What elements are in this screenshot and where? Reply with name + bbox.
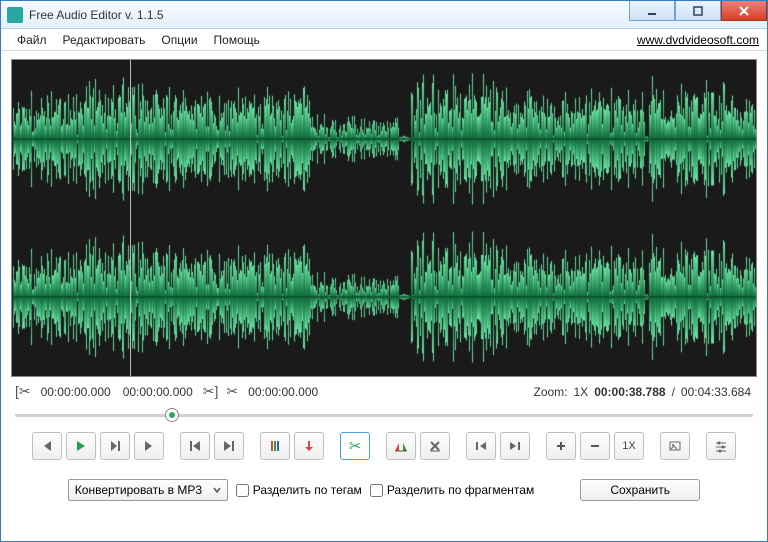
split-fragments-label: Разделить по фрагментам (387, 483, 534, 497)
slider-thumb[interactable] (165, 408, 179, 422)
menu-edit[interactable]: Редактировать (55, 31, 154, 49)
website-link[interactable]: www.dvdvideosoft.com (637, 33, 759, 47)
cursor-time: 00:00:00.000 (248, 385, 318, 399)
cut-button[interactable]: ✂ (340, 432, 370, 460)
to-end-button[interactable] (500, 432, 530, 460)
delete-selection-button[interactable] (420, 432, 450, 460)
chevron-down-icon (213, 483, 221, 497)
bottom-bar: Конвертировать в MP3 Разделить по тегам … (11, 470, 757, 501)
skip-back-button[interactable] (180, 432, 210, 460)
menu-help[interactable]: Помощь (206, 31, 268, 49)
play-to-end-button[interactable] (100, 432, 130, 460)
menubar: Файл Редактировать Опции Помощь www.dvdv… (1, 29, 767, 51)
save-button[interactable]: Сохранить (580, 479, 700, 501)
waveform-canvas[interactable] (12, 60, 756, 376)
scissors-close-icon: ✂] (203, 383, 219, 400)
image-button[interactable] (660, 432, 690, 460)
slider-track (15, 414, 753, 417)
minimize-button[interactable] (629, 1, 675, 21)
marker-add-button[interactable] (260, 432, 290, 460)
zoom-out-button[interactable] (580, 432, 610, 460)
split-tags-label: Разделить по тегам (253, 483, 362, 497)
zoom-in-button[interactable] (546, 432, 576, 460)
rewind-button[interactable] (32, 432, 62, 460)
window-title: Free Audio Editor v. 1.1.5 (29, 8, 629, 22)
zoom-value: 1X (574, 385, 589, 399)
position-slider[interactable] (15, 408, 753, 422)
time-separator: / (672, 385, 675, 399)
toolbar: ✂ 1X (11, 432, 757, 460)
split-tags-input[interactable] (236, 484, 249, 497)
playback-position: 00:00:38.788 (594, 385, 665, 399)
play-button[interactable] (66, 432, 96, 460)
zoom-reset-button[interactable]: 1X (614, 432, 644, 460)
waveform-display[interactable] (11, 59, 757, 377)
trim-button[interactable] (386, 432, 416, 460)
playhead[interactable] (130, 60, 131, 376)
split-fragments-input[interactable] (370, 484, 383, 497)
menu-options[interactable]: Опции (153, 31, 205, 49)
forward-button[interactable] (134, 432, 164, 460)
dropdown-value: Конвертировать в MP3 (75, 483, 213, 497)
convert-format-dropdown[interactable]: Конвертировать в MP3 (68, 479, 228, 501)
to-start-button[interactable] (466, 432, 496, 460)
window-controls (629, 1, 767, 28)
time-info-row: [✂ 00:00:00.000 00:00:00.000 ✂] ✂ 00:00:… (11, 383, 757, 400)
save-label: Сохранить (610, 483, 670, 497)
content: [✂ 00:00:00.000 00:00:00.000 ✂] ✂ 00:00:… (1, 51, 767, 511)
scissors-open-icon: [✂ (15, 383, 31, 400)
skip-forward-button[interactable] (214, 432, 244, 460)
titlebar: Free Audio Editor v. 1.1.5 (1, 1, 767, 29)
selection-end: 00:00:00.000 (123, 385, 193, 399)
app-icon (7, 7, 23, 23)
close-button[interactable] (721, 1, 767, 21)
maximize-button[interactable] (675, 1, 721, 21)
total-duration: 00:04:33.684 (681, 385, 751, 399)
settings-button[interactable] (706, 432, 736, 460)
selection-start: 00:00:00.000 (41, 385, 111, 399)
menu-file[interactable]: Файл (9, 31, 55, 49)
zoom-label: Zoom: (533, 385, 567, 399)
scissors-icon: ✂ (226, 383, 238, 400)
split-by-fragments-checkbox[interactable]: Разделить по фрагментам (370, 483, 534, 497)
split-by-tags-checkbox[interactable]: Разделить по тегам (236, 483, 362, 497)
download-button[interactable] (294, 432, 324, 460)
